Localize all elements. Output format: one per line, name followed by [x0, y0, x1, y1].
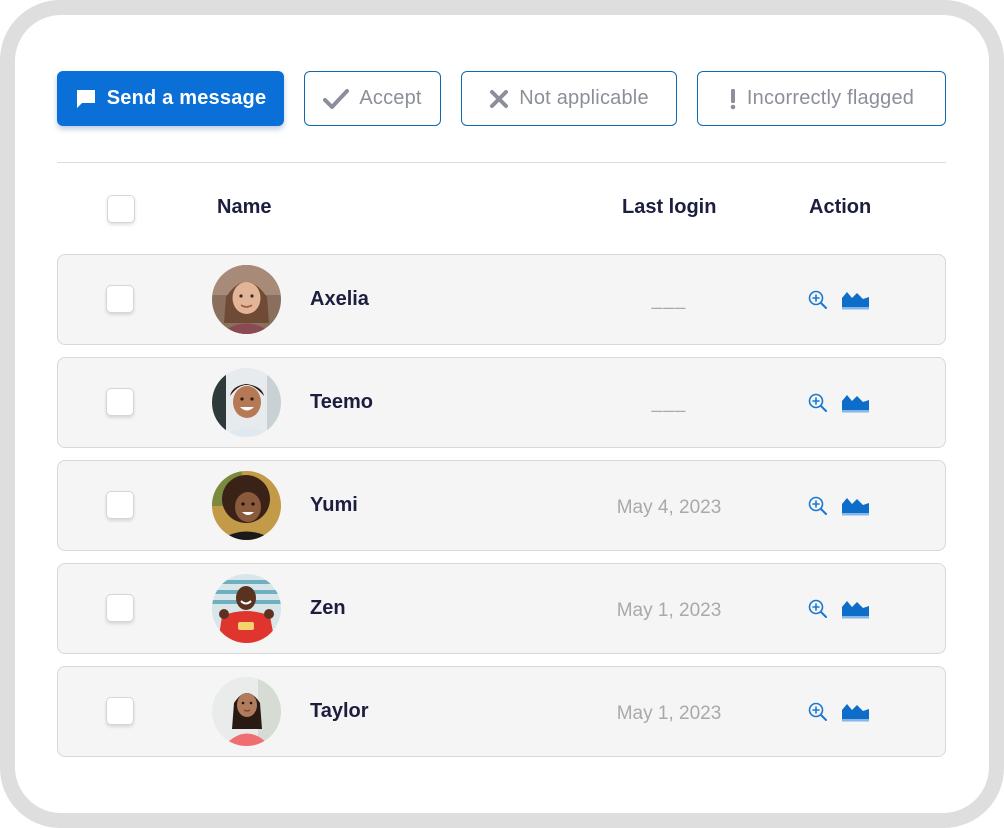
user-name: Taylor: [310, 700, 369, 722]
zoom-in-icon[interactable]: [808, 290, 828, 315]
table-row[interactable]: Axelia ___: [57, 254, 946, 345]
avatar-axelia: [212, 265, 281, 334]
zoom-in-icon[interactable]: [808, 702, 828, 727]
last-login: ___: [651, 289, 687, 310]
main-card: Send a message Accept Not applicable Inc…: [15, 15, 989, 813]
exclamation-icon: [729, 88, 737, 110]
accept-label: Accept: [359, 87, 422, 109]
last-login: May 1, 2023: [616, 703, 722, 724]
incorrectly-flagged-label: Incorrectly flagged: [746, 87, 915, 109]
user-name: Axelia: [310, 288, 369, 310]
x-icon: [489, 89, 509, 109]
zoom-in-icon[interactable]: [808, 393, 828, 418]
header-action: Action: [809, 196, 872, 218]
zoom-in-icon[interactable]: [808, 599, 828, 624]
last-login: ___: [651, 392, 687, 413]
message-icon: [75, 88, 97, 110]
avatar-zen: [212, 574, 281, 643]
row-checkbox[interactable]: [106, 491, 134, 519]
not-applicable-label: Not applicable: [519, 87, 649, 109]
avatar-taylor: [212, 677, 281, 746]
row-checkbox[interactable]: [106, 388, 134, 416]
not-applicable-button[interactable]: Not applicable: [461, 71, 677, 126]
check-icon: [323, 88, 350, 110]
accept-button[interactable]: Accept: [304, 71, 441, 126]
user-name: Zen: [310, 597, 346, 619]
select-all-checkbox[interactable]: [107, 195, 135, 223]
area-chart-icon[interactable]: [841, 288, 870, 315]
incorrectly-flagged-button[interactable]: Incorrectly flagged: [697, 71, 946, 126]
row-checkbox[interactable]: [106, 285, 134, 313]
area-chart-icon[interactable]: [841, 700, 870, 727]
last-login: May 1, 2023: [616, 600, 722, 621]
header-last-login: Last login: [622, 196, 717, 218]
user-name: Yumi: [310, 494, 358, 516]
header-name: Name: [217, 196, 272, 218]
avatar-yumi: [212, 471, 281, 540]
send-message-label: Send a message: [106, 87, 267, 109]
user-name: Teemo: [310, 391, 373, 413]
area-chart-icon[interactable]: [841, 597, 870, 624]
row-checkbox[interactable]: [106, 697, 134, 725]
outer-frame: Send a message Accept Not applicable Inc…: [0, 0, 1004, 828]
avatar-teemo: [212, 368, 281, 437]
toolbar-divider: [57, 162, 946, 163]
table-row[interactable]: Teemo ___: [57, 357, 946, 448]
table-row[interactable]: Yumi May 4, 2023: [57, 460, 946, 551]
table-row[interactable]: Zen May 1, 2023: [57, 563, 946, 654]
row-checkbox[interactable]: [106, 594, 134, 622]
send-message-button[interactable]: Send a message: [57, 71, 284, 126]
last-login: May 4, 2023: [616, 497, 722, 518]
area-chart-icon[interactable]: [841, 494, 870, 521]
area-chart-icon[interactable]: [841, 391, 870, 418]
zoom-in-icon[interactable]: [808, 496, 828, 521]
table-row[interactable]: Taylor May 1, 2023: [57, 666, 946, 757]
